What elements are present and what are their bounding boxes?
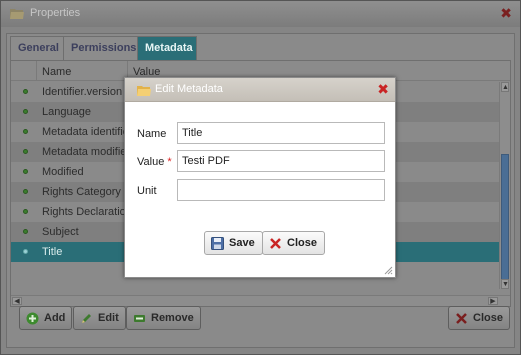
scroll-down-icon[interactable]: ▼ xyxy=(501,279,509,289)
row-name: Title xyxy=(42,246,63,258)
add-button[interactable]: Add xyxy=(19,306,73,330)
row-name: Rights Category xyxy=(42,186,121,198)
floppy-disk-icon xyxy=(211,237,224,250)
expand-icon[interactable] xyxy=(23,169,28,174)
window-close-icon[interactable]: ✖ xyxy=(500,6,512,20)
edit-button[interactable]: Edit xyxy=(73,306,126,330)
row-name: Rights Declaration xyxy=(42,206,132,218)
edit-button-label: Edit xyxy=(98,312,119,324)
scrollbar-thumb[interactable] xyxy=(501,154,509,282)
row-name: Identifier.version xyxy=(42,86,123,98)
add-button-label: Add xyxy=(44,312,66,324)
expand-icon[interactable] xyxy=(23,129,28,134)
horizontal-scrollbar[interactable]: ◀ ▶ xyxy=(11,295,510,306)
save-button[interactable]: Save xyxy=(204,231,263,255)
row-name: Modified xyxy=(42,166,84,178)
edit-metadata-dialog: Edit Metadata ✖ Name Value * Unit Save C… xyxy=(124,77,396,278)
column-separator[interactable] xyxy=(36,61,37,81)
row-name: Metadata modified xyxy=(42,146,133,158)
minus-icon xyxy=(134,315,145,322)
dialog-title: Edit Metadata xyxy=(155,83,223,95)
remove-button[interactable]: Remove xyxy=(126,306,201,330)
dialog-close-icon[interactable]: ✖ xyxy=(377,82,389,96)
tab-general[interactable]: General xyxy=(10,36,64,60)
vertical-scrollbar[interactable]: ▲ ▼ xyxy=(499,82,510,289)
tab-metadata[interactable]: Metadata xyxy=(137,36,197,60)
folder-icon xyxy=(137,86,151,96)
dialog-close-button[interactable]: Close xyxy=(262,231,325,255)
close-icon xyxy=(456,313,467,324)
dialog-titlebar[interactable]: Edit Metadata ✖ xyxy=(125,78,395,102)
scroll-left-icon[interactable]: ◀ xyxy=(12,297,22,305)
expand-icon[interactable] xyxy=(23,109,28,114)
row-name: Language xyxy=(42,106,91,118)
expand-icon[interactable] xyxy=(23,249,28,254)
row-name: Metadata identifier xyxy=(42,126,133,138)
pencil-icon xyxy=(82,314,91,323)
value-label-text: Value xyxy=(137,156,165,168)
window-title: Properties xyxy=(30,7,81,19)
close-button[interactable]: Close xyxy=(448,306,510,330)
expand-icon[interactable] xyxy=(23,149,28,154)
dialog-close-button-label: Close xyxy=(287,237,317,249)
expand-icon[interactable] xyxy=(23,89,28,94)
properties-titlebar[interactable]: Properties ✖ xyxy=(1,1,520,27)
value-label: Value * xyxy=(137,156,172,168)
name-label: Name xyxy=(137,128,167,140)
close-button-label: Close xyxy=(473,312,503,324)
folder-icon xyxy=(10,9,24,19)
scroll-right-icon[interactable]: ▶ xyxy=(488,297,498,305)
save-button-label: Save xyxy=(229,237,255,249)
remove-button-label: Remove xyxy=(151,312,194,324)
expand-icon[interactable] xyxy=(23,189,28,194)
scroll-up-icon[interactable]: ▲ xyxy=(501,82,509,92)
add-icon xyxy=(26,312,39,325)
row-name: Subject xyxy=(42,226,79,238)
close-icon xyxy=(270,238,281,249)
tab-permissions[interactable]: Permissions xyxy=(63,36,138,60)
unit-label: Unit xyxy=(137,185,157,197)
unit-field[interactable] xyxy=(177,179,385,201)
required-mark: * xyxy=(167,156,172,168)
expand-icon[interactable] xyxy=(23,209,28,214)
resize-grip-icon[interactable] xyxy=(384,266,393,275)
column-header-name[interactable]: Name xyxy=(42,66,71,78)
value-field[interactable] xyxy=(177,150,385,172)
expand-icon[interactable] xyxy=(23,229,28,234)
name-field[interactable] xyxy=(177,122,385,144)
